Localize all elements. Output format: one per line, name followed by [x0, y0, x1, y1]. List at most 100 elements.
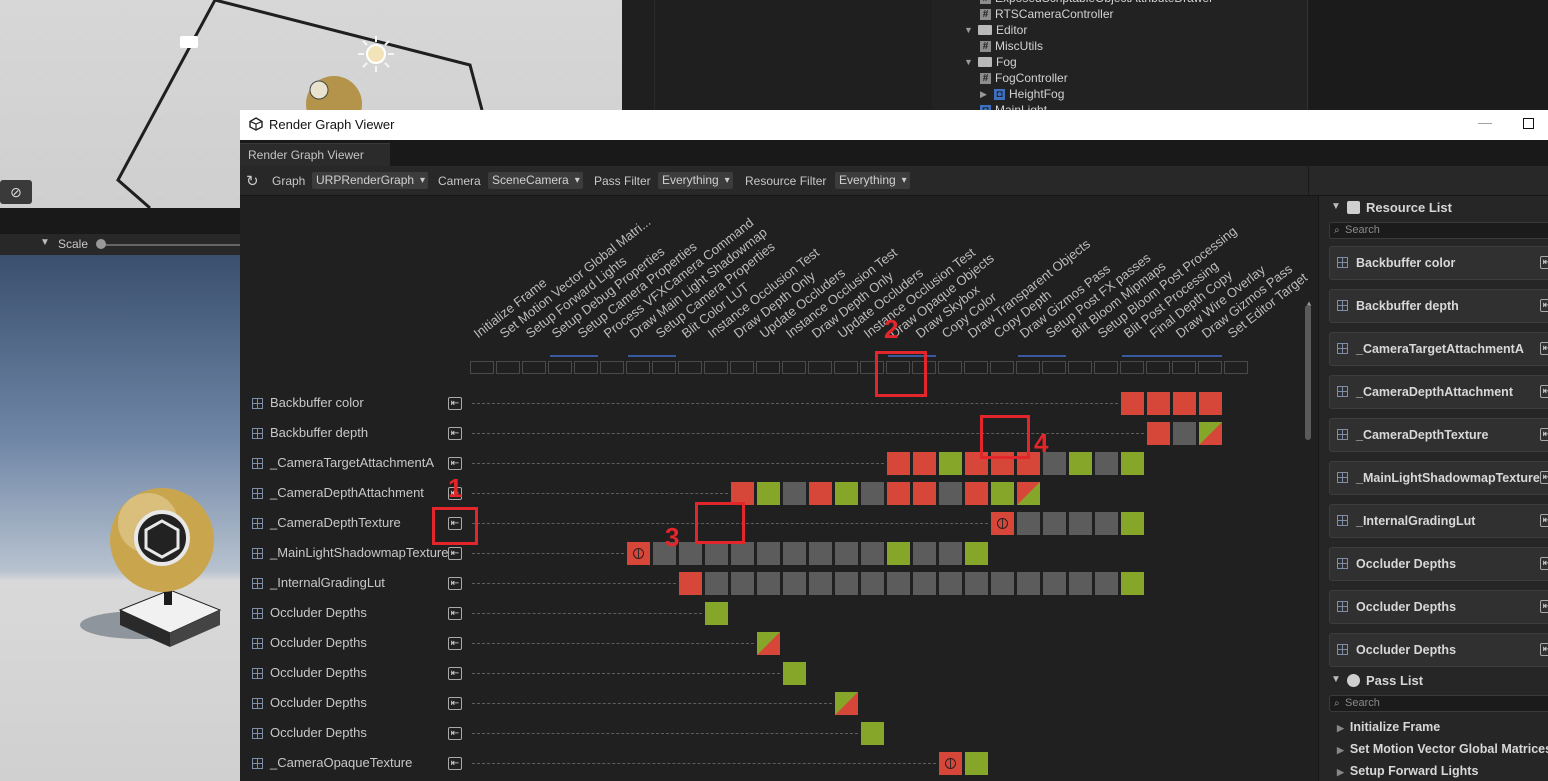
resource-access-cell[interactable] [678, 571, 703, 596]
resource-list-item[interactable]: Backbuffer color ⇤ [1329, 246, 1548, 280]
resource-access-cell[interactable] [1146, 421, 1171, 446]
resource-row-label[interactable]: Occluder Depths [270, 665, 367, 680]
pass-column-header[interactable] [1120, 361, 1144, 374]
scale-slider-knob[interactable] [96, 239, 106, 249]
import-resource-icon[interactable]: ⇤ [1540, 557, 1548, 570]
resource-list-item[interactable]: _MainLightShadowmapTexture⇤ [1329, 461, 1548, 495]
resource-list-item[interactable]: _CameraTargetAttachmentA ⇤ [1329, 332, 1548, 366]
resource-access-cell[interactable] [1094, 451, 1119, 476]
resource-access-cell[interactable] [1198, 421, 1223, 446]
resource-access-cell[interactable] [990, 571, 1015, 596]
pass-filter-dropdown[interactable]: Everything [658, 172, 733, 189]
scene-gizmo-button[interactable]: ⊘ [0, 180, 32, 204]
project-tree-item[interactable]: ▼ Editor [964, 22, 1027, 38]
pass-column-header[interactable] [782, 361, 806, 374]
resource-access-cell[interactable] [964, 481, 989, 506]
import-resource-icon[interactable]: ⇤ [448, 457, 462, 470]
expand-arrow-icon[interactable]: ▼ [964, 25, 974, 35]
resource-row-label[interactable]: _CameraDepthTexture [270, 515, 401, 530]
resource-access-cell[interactable] [860, 571, 885, 596]
import-resource-icon[interactable]: ⇤ [1540, 428, 1548, 441]
expand-arrow-icon[interactable]: ▶ [1337, 745, 1344, 755]
pass-column-header[interactable] [600, 361, 624, 374]
resource-access-cell[interactable] [782, 481, 807, 506]
tab-render-graph-viewer[interactable]: Render Graph Viewer [240, 143, 390, 167]
resource-access-cell[interactable] [860, 541, 885, 566]
import-resource-icon[interactable]: ⇤ [1540, 342, 1548, 355]
resource-access-cell[interactable] [834, 571, 859, 596]
resource-access-cell[interactable] [808, 481, 833, 506]
resource-access-cell[interactable] [704, 601, 729, 626]
resource-row-label[interactable]: _CameraDepthAttachment [270, 485, 424, 500]
resource-row-label[interactable]: Occluder Depths [270, 635, 367, 650]
resource-access-cell[interactable] [912, 541, 937, 566]
import-resource-icon[interactable]: ⇤ [1540, 514, 1548, 527]
resource-access-cell[interactable] [1042, 571, 1067, 596]
project-tree-item[interactable]: # MiscUtils [980, 38, 1043, 54]
pass-column-header[interactable] [626, 361, 650, 374]
import-resource-icon[interactable]: ⇤ [448, 547, 462, 560]
resource-access-cell[interactable] [782, 541, 807, 566]
resource-access-cell[interactable] [1016, 571, 1041, 596]
resource-row-label[interactable]: Backbuffer color [270, 395, 364, 410]
pass-column-header[interactable] [1094, 361, 1118, 374]
pass-list-item[interactable]: ▶ Initialize Frame [1337, 720, 1440, 734]
resource-access-cell[interactable] [1120, 451, 1145, 476]
resource-access-cell[interactable] [1146, 391, 1171, 416]
pass-search-input[interactable]: ⌕ Search [1329, 695, 1548, 712]
import-resource-icon[interactable]: ⇤ [448, 697, 462, 710]
resource-filter-dropdown[interactable]: Everything [835, 172, 910, 189]
resource-access-cell[interactable] [1068, 571, 1093, 596]
import-resource-icon[interactable]: ⇤ [448, 577, 462, 590]
resource-list-item[interactable]: Backbuffer depth ⇤ [1329, 289, 1548, 323]
resource-row-label[interactable]: _CameraTargetAttachmentA [270, 455, 434, 470]
resource-access-cell[interactable] [1172, 391, 1197, 416]
pass-column-header[interactable] [1016, 361, 1040, 374]
resource-search-input[interactable]: ⌕ Search [1329, 222, 1548, 239]
resource-access-cell[interactable] [1172, 421, 1197, 446]
resource-access-cell[interactable] [678, 541, 703, 566]
resource-access-cell[interactable] [938, 571, 963, 596]
pass-column-header[interactable] [1172, 361, 1196, 374]
resource-access-cell[interactable] [912, 481, 937, 506]
resource-access-cell[interactable] [886, 541, 911, 566]
expand-arrow-icon[interactable]: ▶ [980, 89, 990, 100]
resource-access-cell[interactable] [1068, 451, 1093, 476]
import-resource-icon[interactable]: ⇤ [448, 607, 462, 620]
resource-access-cell[interactable] [1016, 511, 1041, 536]
resource-access-cell[interactable] [782, 571, 807, 596]
resource-access-cell[interactable] [990, 481, 1015, 506]
resource-access-cell[interactable] [756, 481, 781, 506]
minimize-button[interactable]: — [1478, 114, 1492, 130]
project-tree-item[interactable]: ◘ MainLight [980, 102, 1047, 110]
pass-column-header[interactable] [938, 361, 962, 374]
resource-access-cell[interactable] [1120, 511, 1145, 536]
project-tree-item[interactable]: # FogController [980, 70, 1068, 86]
resource-access-cell[interactable] [1042, 511, 1067, 536]
resource-list-item[interactable]: _CameraDepthAttachment ⇤ [1329, 375, 1548, 409]
pass-column-header[interactable] [730, 361, 754, 374]
resource-list-item[interactable]: Occluder Depths ⇤ [1329, 590, 1548, 624]
resource-access-cell[interactable] [626, 541, 651, 566]
pass-column-header[interactable] [548, 361, 572, 374]
resource-access-cell[interactable] [938, 481, 963, 506]
pass-column-header[interactable] [834, 361, 858, 374]
pass-column-header[interactable] [756, 361, 780, 374]
pass-list-item[interactable]: ▶ Setup Forward Lights [1337, 764, 1478, 778]
import-resource-icon[interactable]: ⇤ [1540, 643, 1548, 656]
resource-row-label[interactable]: Occluder Depths [270, 605, 367, 620]
resource-access-cell[interactable] [1120, 571, 1145, 596]
resource-row-label[interactable]: Backbuffer depth [270, 425, 368, 440]
resource-access-cell[interactable] [860, 481, 885, 506]
resource-access-cell[interactable] [938, 751, 963, 776]
pass-column-header[interactable] [522, 361, 546, 374]
resource-access-cell[interactable] [782, 661, 807, 686]
resource-list-item[interactable]: _InternalGradingLut ⇤ [1329, 504, 1548, 538]
dropdown-arrow-icon[interactable]: ▼ [40, 237, 50, 248]
game-view[interactable] [0, 255, 240, 781]
import-resource-icon[interactable]: ⇤ [1540, 256, 1548, 269]
resource-access-cell[interactable] [730, 571, 755, 596]
pass-list-item[interactable]: ▶ Set Motion Vector Global Matrices [1337, 742, 1548, 756]
resource-access-cell[interactable] [704, 541, 729, 566]
resource-access-cell[interactable] [808, 571, 833, 596]
